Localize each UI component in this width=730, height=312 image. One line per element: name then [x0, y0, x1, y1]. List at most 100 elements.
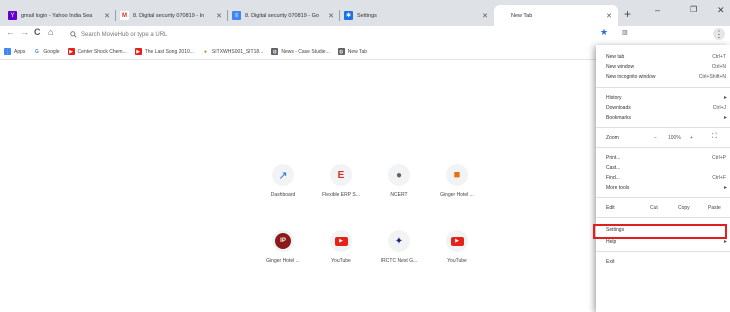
tab-yahoo[interactable]: Y gmail login - Yahoo India Sea ✕ [4, 5, 116, 26]
menu-item-zoom: Zoom − 100% + ⛶ [596, 133, 730, 144]
shortcut-ginger-hotel-2[interactable]: IP Ginger Hotel ... [253, 230, 313, 264]
cut-button[interactable]: Cut [650, 205, 658, 211]
chrome-menu: New tab Ctrl+T New window Ctrl+N New inc… [596, 45, 730, 312]
close-window-icon[interactable]: ✕ [717, 5, 725, 16]
shortcut-irctc[interactable]: ✦ IRCTC Next G... [369, 230, 429, 264]
bookmark-label: The Last Song 2010... [144, 48, 194, 55]
close-icon[interactable]: ✕ [328, 12, 334, 20]
shortcut-label: NCERT [390, 192, 408, 198]
submenu-arrow-icon: ▸ [723, 95, 727, 101]
menu-label: New tab [606, 54, 625, 60]
close-icon[interactable]: ✕ [482, 12, 488, 20]
new-tab-button[interactable]: + [624, 7, 631, 21]
menu-kebab-icon[interactable]: ⋮ [713, 28, 725, 40]
bookmark-label: SITXWHS001_SIT18... [211, 48, 264, 55]
submenu-arrow-icon: ▸ [723, 115, 727, 121]
shortcut-flexible-erp[interactable]: E Flexible ERP S... [311, 164, 371, 198]
docs-icon: ≡ [232, 11, 241, 20]
menu-shortcut: Ctrl+F [712, 175, 726, 181]
bookmark-label: Google [43, 48, 60, 55]
menu-label: Cast... [606, 165, 621, 171]
submenu-arrow-icon: ▸ [723, 185, 727, 191]
globe-icon: ◍ [271, 48, 279, 55]
tab-strip: Y gmail login - Yahoo India Sea ✕ M 8. D… [0, 0, 730, 26]
google-icon: G [33, 48, 41, 55]
menu-item-more-tools[interactable]: More tools ▸ [596, 183, 730, 194]
shortcut-dashboard[interactable]: ↗ Dashboard [253, 164, 313, 198]
irctc-icon: ✦ [388, 230, 410, 252]
maximize-icon[interactable]: ❐ [690, 5, 697, 14]
omnibox[interactable]: Search MovieHub or type a URL [70, 28, 590, 41]
menu-label: Bookmarks [606, 115, 632, 121]
bookmark-center-shock[interactable]: ▶ Center Shock Chem... [67, 48, 127, 55]
close-icon[interactable]: ✕ [104, 12, 110, 20]
menu-label: Exit [606, 259, 615, 265]
menu-label: More tools [606, 185, 630, 191]
tab-title: Settings [357, 12, 377, 19]
bookmark-news[interactable]: ◍ News - Case Studie... [271, 48, 330, 55]
fullscreen-icon[interactable]: ⛶ [712, 133, 717, 141]
menu-divider [596, 197, 730, 198]
shortcut-ncert[interactable]: ● NCERT [369, 164, 429, 198]
extension-icon[interactable]: ▥ [622, 29, 632, 37]
tab-title: 8. Digital security 070819 - In [133, 12, 205, 19]
copy-button[interactable]: Copy [678, 205, 690, 211]
menu-divider [596, 251, 730, 252]
bookmark-sitxwhs[interactable]: ♠ SITXWHS001_SIT18... [201, 48, 264, 55]
bookmark-star-icon[interactable]: ★ [600, 27, 608, 38]
home-button[interactable]: ⌂ [48, 27, 53, 37]
menu-shortcut: Ctrl+T [712, 54, 726, 60]
tab-settings[interactable]: ✱ Settings ✕ [340, 5, 494, 26]
bookmark-label: New Tab [347, 48, 368, 55]
menu-divider [596, 147, 730, 148]
menu-label: Downloads [606, 105, 631, 111]
back-button[interactable]: ← [6, 27, 15, 37]
bookmark-apps[interactable]: ⋮ Apps [4, 48, 25, 55]
tab-gmail[interactable]: M 8. Digital security 070819 - In ✕ [116, 5, 228, 26]
shortcut-label: Flexible ERP S... [322, 192, 360, 198]
tab-new-tab[interactable]: New Tab ✕ [494, 5, 618, 26]
zoom-in-button[interactable]: + [690, 135, 693, 141]
apps-icon: ⋮ [4, 48, 11, 55]
minimize-icon[interactable]: – [655, 5, 660, 15]
shortcut-label: YouTube [331, 258, 351, 264]
tab-title: 8. Digital security 070819 - Go [245, 12, 319, 19]
menu-label: History [606, 95, 622, 101]
browser-window: Y gmail login - Yahoo India Sea ✕ M 8. D… [0, 0, 730, 312]
menu-shortcut: Ctrl+P [711, 155, 726, 161]
menu-label: New incognito window [606, 74, 656, 80]
bookmark-new-tab[interactable]: ◍ New Tab [337, 48, 368, 55]
shortcut-label: Ginger Hotel ... [266, 258, 300, 264]
shortcut-youtube-2[interactable]: ▶ YouTube [427, 230, 487, 264]
youtube-icon: ▶ [134, 48, 142, 55]
close-icon[interactable]: ✕ [216, 12, 222, 20]
ncert-icon: ● [388, 164, 410, 186]
gear-icon: ✱ [344, 11, 353, 20]
menu-item-bookmarks[interactable]: Bookmarks ▸ [596, 113, 730, 124]
menu-divider [596, 217, 730, 218]
site-icon: ♠ [201, 48, 209, 55]
tab-title: New Tab [511, 12, 533, 19]
toolbar: ← → C ⌂ Search MovieHub or type a URL ★ … [0, 26, 730, 44]
forward-button[interactable]: → [20, 27, 29, 37]
menu-label: New window [606, 64, 635, 70]
paste-button[interactable]: Paste [708, 205, 721, 211]
menu-item-incognito[interactable]: New incognito window Ctrl+Shift+N [596, 72, 730, 83]
bookmark-last-song[interactable]: ▶ The Last Song 2010... [134, 48, 194, 55]
bookmark-label: Apps [14, 48, 26, 55]
shortcut-ginger-hotel[interactable]: ■ Ginger Hotel ... [427, 164, 487, 198]
bookmark-google[interactable]: G Google [33, 48, 60, 55]
omnibox-placeholder: Search MovieHub or type a URL [81, 31, 168, 38]
menu-shortcut: Ctrl+Shift+N [698, 74, 726, 80]
submenu-arrow-icon: ▸ [723, 239, 727, 245]
menu-divider [596, 87, 730, 88]
menu-label: Print... [606, 155, 621, 161]
menu-item-exit[interactable]: Exit [596, 257, 730, 268]
menu-divider [596, 127, 730, 128]
reload-button[interactable]: C [34, 27, 41, 37]
zoom-out-button[interactable]: − [654, 135, 657, 141]
tab-docs[interactable]: ≡ 8. Digital security 070819 - Go ✕ [228, 5, 340, 26]
shortcut-youtube[interactable]: ▶ YouTube [311, 230, 371, 264]
close-icon[interactable]: ✕ [606, 12, 612, 20]
zoom-level: 100% [668, 135, 681, 141]
